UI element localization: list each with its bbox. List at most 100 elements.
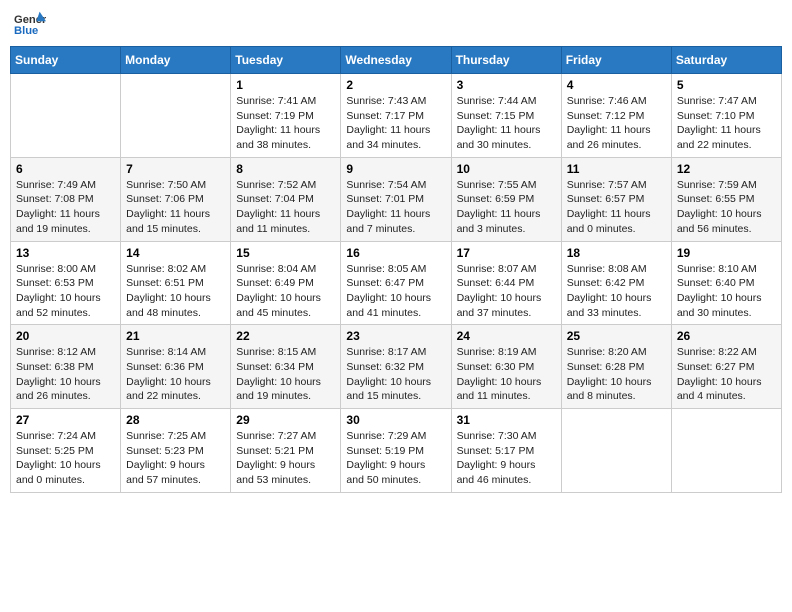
day-content: Sunrise: 7:43 AM Sunset: 7:17 PM Dayligh… — [346, 94, 445, 153]
calendar-cell: 29 Sunrise: 7:27 AM Sunset: 5:21 PM Dayli… — [231, 409, 341, 493]
day-number: 23 — [346, 329, 445, 343]
calendar-cell: 21Sunrise: 8:14 AM Sunset: 6:36 PM Dayli… — [121, 325, 231, 409]
day-content: Sunrise: 7:29 AM Sunset: 5:19 PM Dayligh… — [346, 429, 445, 488]
calendar-header: SundayMondayTuesdayWednesdayThursdayFrid… — [11, 47, 782, 74]
day-content: Sunrise: 8:02 AM Sunset: 6:51 PM Dayligh… — [126, 262, 225, 321]
calendar-week-1: 1Sunrise: 7:41 AM Sunset: 7:19 PM Daylig… — [11, 74, 782, 158]
day-header-saturday: Saturday — [671, 47, 781, 74]
day-content: Sunrise: 8:17 AM Sunset: 6:32 PM Dayligh… — [346, 345, 445, 404]
calendar-cell: 23 Sunrise: 8:17 AM Sunset: 6:32 PM Dayli… — [341, 325, 451, 409]
day-number: 5 — [677, 78, 776, 92]
day-content: Sunrise: 7:55 AM Sunset: 6:59 PM Dayligh… — [457, 178, 556, 237]
day-content: Sunrise: 7:52 AM Sunset: 7:04 PM Dayligh… — [236, 178, 335, 237]
day-content: Sunrise: 8:12 AM Sunset: 6:38 PM Dayligh… — [16, 345, 115, 404]
day-number: 16 — [346, 246, 445, 260]
logo: General Blue — [14, 10, 50, 38]
calendar-cell — [671, 409, 781, 493]
calendar-cell — [11, 74, 121, 158]
day-content: Sunrise: 7:30 AM Sunset: 5:17 PM Dayligh… — [457, 429, 556, 488]
calendar-week-5: 27 Sunrise: 7:24 AM Sunset: 5:25 PM Dayli… — [11, 409, 782, 493]
calendar-cell: 25 Sunrise: 8:20 AM Sunset: 6:28 PM Dayli… — [561, 325, 671, 409]
day-content: Sunrise: 7:54 AM Sunset: 7:01 PM Dayligh… — [346, 178, 445, 237]
logo-icon: General Blue — [14, 10, 46, 38]
day-header-monday: Monday — [121, 47, 231, 74]
calendar-cell: 5 Sunrise: 7:47 AM Sunset: 7:10 PM Daylig… — [671, 74, 781, 158]
day-number: 24 — [457, 329, 556, 343]
calendar-cell: 14 Sunrise: 8:02 AM Sunset: 6:51 PM Dayli… — [121, 241, 231, 325]
day-number: 14 — [126, 246, 225, 260]
day-content: Sunrise: 8:07 AM Sunset: 6:44 PM Dayligh… — [457, 262, 556, 321]
calendar-cell: 22Sunrise: 8:15 AM Sunset: 6:34 PM Dayli… — [231, 325, 341, 409]
calendar-cell: 7Sunrise: 7:50 AM Sunset: 7:06 PM Daylig… — [121, 157, 231, 241]
day-number: 15 — [236, 246, 335, 260]
day-header-friday: Friday — [561, 47, 671, 74]
day-header-tuesday: Tuesday — [231, 47, 341, 74]
day-number: 8 — [236, 162, 335, 176]
calendar-week-2: 6 Sunrise: 7:49 AM Sunset: 7:08 PM Daylig… — [11, 157, 782, 241]
day-number: 13 — [16, 246, 115, 260]
day-content: Sunrise: 8:10 AM Sunset: 6:40 PM Dayligh… — [677, 262, 776, 321]
day-content: Sunrise: 8:00 AM Sunset: 6:53 PM Dayligh… — [16, 262, 115, 321]
calendar-cell: 9 Sunrise: 7:54 AM Sunset: 7:01 PM Daylig… — [341, 157, 451, 241]
day-content: Sunrise: 7:47 AM Sunset: 7:10 PM Dayligh… — [677, 94, 776, 153]
calendar-cell: 28Sunrise: 7:25 AM Sunset: 5:23 PM Dayli… — [121, 409, 231, 493]
calendar-cell: 30 Sunrise: 7:29 AM Sunset: 5:19 PM Dayli… — [341, 409, 451, 493]
day-number: 9 — [346, 162, 445, 176]
calendar-cell: 24 Sunrise: 8:19 AM Sunset: 6:30 PM Dayli… — [451, 325, 561, 409]
calendar-cell: 2 Sunrise: 7:43 AM Sunset: 7:17 PM Daylig… — [341, 74, 451, 158]
day-number: 7 — [126, 162, 225, 176]
day-number: 30 — [346, 413, 445, 427]
calendar-cell: 13 Sunrise: 8:00 AM Sunset: 6:53 PM Dayli… — [11, 241, 121, 325]
calendar-cell: 4 Sunrise: 7:46 AM Sunset: 7:12 PM Daylig… — [561, 74, 671, 158]
day-number: 26 — [677, 329, 776, 343]
day-header-thursday: Thursday — [451, 47, 561, 74]
day-content: Sunrise: 7:49 AM Sunset: 7:08 PM Dayligh… — [16, 178, 115, 237]
day-number: 27 — [16, 413, 115, 427]
svg-text:Blue: Blue — [14, 25, 38, 37]
day-content: Sunrise: 7:44 AM Sunset: 7:15 PM Dayligh… — [457, 94, 556, 153]
calendar-cell: 11 Sunrise: 7:57 AM Sunset: 6:57 PM Dayli… — [561, 157, 671, 241]
calendar-cell: 19 Sunrise: 8:10 AM Sunset: 6:40 PM Dayli… — [671, 241, 781, 325]
calendar-week-4: 20Sunrise: 8:12 AM Sunset: 6:38 PM Dayli… — [11, 325, 782, 409]
calendar-table: SundayMondayTuesdayWednesdayThursdayFrid… — [10, 46, 782, 493]
page-header: General Blue — [10, 10, 782, 38]
calendar-cell: 16 Sunrise: 8:05 AM Sunset: 6:47 PM Dayli… — [341, 241, 451, 325]
day-number: 4 — [567, 78, 666, 92]
day-content: Sunrise: 7:27 AM Sunset: 5:21 PM Dayligh… — [236, 429, 335, 488]
calendar-cell: 18Sunrise: 8:08 AM Sunset: 6:42 PM Dayli… — [561, 241, 671, 325]
day-content: Sunrise: 7:46 AM Sunset: 7:12 PM Dayligh… — [567, 94, 666, 153]
calendar-cell: 31Sunrise: 7:30 AM Sunset: 5:17 PM Dayli… — [451, 409, 561, 493]
day-content: Sunrise: 7:59 AM Sunset: 6:55 PM Dayligh… — [677, 178, 776, 237]
calendar-cell: 10 Sunrise: 7:55 AM Sunset: 6:59 PM Dayli… — [451, 157, 561, 241]
calendar-cell — [561, 409, 671, 493]
day-content: Sunrise: 7:57 AM Sunset: 6:57 PM Dayligh… — [567, 178, 666, 237]
day-content: Sunrise: 8:19 AM Sunset: 6:30 PM Dayligh… — [457, 345, 556, 404]
day-content: Sunrise: 8:20 AM Sunset: 6:28 PM Dayligh… — [567, 345, 666, 404]
day-number: 10 — [457, 162, 556, 176]
day-content: Sunrise: 7:41 AM Sunset: 7:19 PM Dayligh… — [236, 94, 335, 153]
day-number: 2 — [346, 78, 445, 92]
day-number: 25 — [567, 329, 666, 343]
day-content: Sunrise: 8:14 AM Sunset: 6:36 PM Dayligh… — [126, 345, 225, 404]
day-header-wednesday: Wednesday — [341, 47, 451, 74]
calendar-cell: 3Sunrise: 7:44 AM Sunset: 7:15 PM Daylig… — [451, 74, 561, 158]
calendar-cell: 15 Sunrise: 8:04 AM Sunset: 6:49 PM Dayli… — [231, 241, 341, 325]
calendar-week-3: 13 Sunrise: 8:00 AM Sunset: 6:53 PM Dayli… — [11, 241, 782, 325]
day-number: 17 — [457, 246, 556, 260]
day-number: 28 — [126, 413, 225, 427]
day-number: 19 — [677, 246, 776, 260]
day-content: Sunrise: 7:24 AM Sunset: 5:25 PM Dayligh… — [16, 429, 115, 488]
day-content: Sunrise: 8:15 AM Sunset: 6:34 PM Dayligh… — [236, 345, 335, 404]
calendar-cell: 27 Sunrise: 7:24 AM Sunset: 5:25 PM Dayli… — [11, 409, 121, 493]
day-number: 6 — [16, 162, 115, 176]
day-number: 11 — [567, 162, 666, 176]
calendar-cell: 8 Sunrise: 7:52 AM Sunset: 7:04 PM Daylig… — [231, 157, 341, 241]
day-number: 29 — [236, 413, 335, 427]
day-content: Sunrise: 8:22 AM Sunset: 6:27 PM Dayligh… — [677, 345, 776, 404]
calendar-cell: 20Sunrise: 8:12 AM Sunset: 6:38 PM Dayli… — [11, 325, 121, 409]
day-content: Sunrise: 8:08 AM Sunset: 6:42 PM Dayligh… — [567, 262, 666, 321]
calendar-cell — [121, 74, 231, 158]
day-content: Sunrise: 8:05 AM Sunset: 6:47 PM Dayligh… — [346, 262, 445, 321]
calendar-cell: 1Sunrise: 7:41 AM Sunset: 7:19 PM Daylig… — [231, 74, 341, 158]
day-content: Sunrise: 8:04 AM Sunset: 6:49 PM Dayligh… — [236, 262, 335, 321]
